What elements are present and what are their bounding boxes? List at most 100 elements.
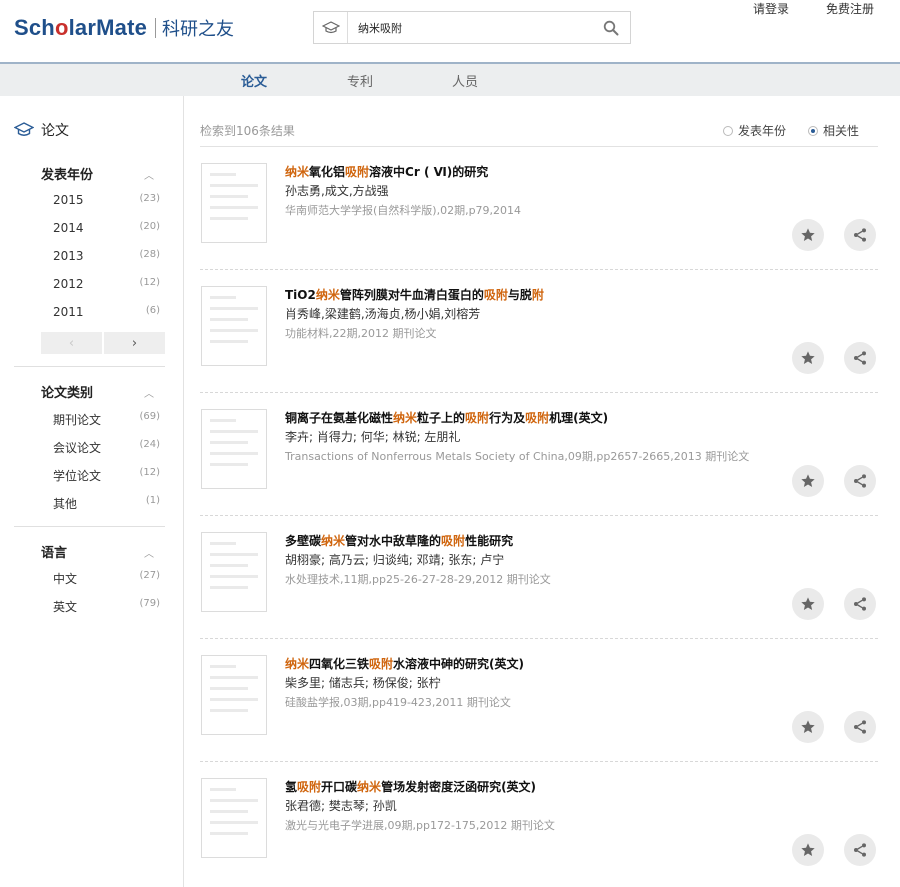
paper-thumbnail[interactable]: [201, 286, 267, 366]
share-icon: [854, 351, 866, 365]
login-link[interactable]: 请登录: [753, 0, 789, 17]
radio-year[interactable]: [723, 125, 733, 136]
paper-item: 多壁碳纳米管对水中敌草隆的吸附性能研究 胡栩豪; 高乃云; 归谈纯; 邓靖; 张东…: [200, 516, 878, 639]
favorite-button[interactable]: [792, 342, 824, 374]
result-count: 检索到106条结果: [200, 124, 295, 138]
share-icon: [854, 474, 866, 488]
tab-people[interactable]: 人员: [452, 71, 478, 90]
year-pager: ‹ ›: [41, 332, 165, 354]
logo-separator: [155, 18, 157, 38]
filter-item[interactable]: 2014: [53, 221, 84, 235]
favorite-button[interactable]: [792, 588, 824, 620]
sort-by-relevance[interactable]: 相关性: [808, 122, 859, 139]
favorite-button[interactable]: [792, 711, 824, 743]
favorite-button[interactable]: [792, 834, 824, 866]
graduation-cap-icon: [14, 122, 34, 136]
filter-item[interactable]: 英文: [53, 598, 77, 615]
paper-thumbnail[interactable]: [201, 655, 267, 735]
share-icon: [854, 720, 866, 734]
section-year-title[interactable]: 发表年份: [41, 164, 93, 183]
filter-count: (12): [139, 467, 160, 478]
filter-count: (6): [145, 305, 160, 316]
favorite-button[interactable]: [792, 465, 824, 497]
paper-source: 激光与光电子学进展,09期,pp172-175,2012 期刊论文: [285, 819, 555, 832]
section-type-title[interactable]: 论文类别: [41, 382, 93, 401]
star-icon: [801, 597, 815, 610]
divider: [14, 366, 165, 367]
filter-item[interactable]: 2012: [53, 277, 84, 291]
filter-count: (12): [139, 277, 160, 288]
favorite-button[interactable]: [792, 219, 824, 251]
paper-source: 硅酸盐学报,03期,pp419-423,2011 期刊论文: [285, 696, 511, 709]
search-input[interactable]: [358, 12, 588, 43]
share-button[interactable]: [844, 834, 876, 866]
star-icon: [801, 843, 815, 856]
filter-count: (24): [139, 439, 160, 450]
share-button[interactable]: [844, 342, 876, 374]
tab-papers[interactable]: 论文: [241, 71, 267, 90]
paper-source: Transactions of Nonferrous Metals Societ…: [285, 450, 750, 463]
share-icon: [854, 843, 866, 857]
share-icon: [854, 228, 866, 242]
section-language-title[interactable]: 语言: [41, 542, 67, 561]
paper-authors[interactable]: 孙志勇,成文,方战强: [285, 182, 389, 199]
star-icon: [801, 228, 815, 241]
paper-title[interactable]: 纳米氧化铝吸附溶液中Cr ( Ⅵ)的研究: [285, 163, 488, 180]
filter-count: (20): [139, 221, 160, 232]
share-icon: [854, 597, 866, 611]
share-button[interactable]: [844, 219, 876, 251]
filter-count: (1): [145, 495, 160, 506]
paper-item: 铜离子在氨基化磁性纳米粒子上的吸附行为及吸附机理(英文) 李卉; 肖得力; 何华;…: [200, 393, 878, 516]
paper-thumbnail[interactable]: [201, 532, 267, 612]
paper-authors[interactable]: 柴多里; 储志兵; 杨保俊; 张柠: [285, 674, 441, 691]
share-button[interactable]: [844, 465, 876, 497]
paper-thumbnail[interactable]: [201, 163, 267, 243]
tab-patents[interactable]: 专利: [347, 71, 373, 90]
star-icon: [801, 351, 815, 364]
graduation-cap-icon[interactable]: [314, 12, 348, 43]
radio-relevance[interactable]: [808, 125, 818, 136]
filter-item[interactable]: 2013: [53, 249, 84, 263]
star-icon: [801, 474, 815, 487]
paper-thumbnail[interactable]: [201, 778, 267, 858]
chevron-up-icon[interactable]: ︿: [144, 385, 154, 400]
paper-authors[interactable]: 胡栩豪; 高乃云; 归谈纯; 邓靖; 张东; 卢宁: [285, 551, 504, 568]
chevron-up-icon[interactable]: ︿: [144, 167, 154, 182]
filter-item[interactable]: 期刊论文: [53, 411, 101, 428]
filter-item[interactable]: 其他: [53, 495, 77, 512]
chevron-up-icon[interactable]: ︿: [144, 545, 154, 560]
filter-item[interactable]: 2011: [53, 305, 84, 319]
sort-relevance-label: 相关性: [823, 124, 860, 138]
paper-item: 纳米氧化铝吸附溶液中Cr ( Ⅵ)的研究 孙志勇,成文,方战强 华南师范大学学报(自…: [200, 147, 878, 270]
chevron-left-icon[interactable]: ‹: [41, 332, 102, 354]
filter-count: (69): [139, 411, 160, 422]
filter-count: (23): [139, 193, 160, 204]
filter-count: (27): [139, 570, 160, 581]
logo[interactable]: ScholarMate 科研之友: [14, 15, 234, 41]
paper-authors[interactable]: 张君德; 樊志琴; 孙凯: [285, 797, 397, 814]
share-button[interactable]: [844, 588, 876, 620]
sort-by-year[interactable]: 发表年份: [723, 122, 786, 139]
paper-title[interactable]: 多壁碳纳米管对水中敌草隆的吸附性能研究: [285, 532, 513, 549]
chevron-right-icon[interactable]: ›: [104, 332, 165, 354]
paper-thumbnail[interactable]: [201, 409, 267, 489]
paper-title[interactable]: 氢吸附开口碳纳米管场发射密度泛函研究(英文): [285, 778, 536, 795]
category-nav: 论文 专利 人员: [0, 62, 900, 96]
logo-chinese-text: 科研之友: [162, 19, 235, 40]
filter-item[interactable]: 会议论文: [53, 439, 101, 456]
register-link[interactable]: 免费注册: [826, 0, 874, 17]
filter-count: (28): [139, 249, 160, 260]
paper-authors[interactable]: 李卉; 肖得力; 何华; 林锐; 左朋礼: [285, 428, 460, 445]
paper-item: 氢吸附开口碳纳米管场发射密度泛函研究(英文) 张君德; 樊志琴; 孙凯激光与光电子…: [200, 762, 878, 885]
share-button[interactable]: [844, 711, 876, 743]
filter-item[interactable]: 学位论文: [53, 467, 101, 484]
search-icon[interactable]: [602, 19, 620, 37]
filter-item[interactable]: 2015: [53, 193, 84, 207]
sidebar-title: 论文: [14, 120, 69, 140]
filter-item[interactable]: 中文: [53, 570, 77, 587]
paper-authors[interactable]: 肖秀峰,梁建鹤,汤海贞,杨小娟,刘榕芳: [285, 305, 480, 322]
paper-title[interactable]: 纳米四氧化三铁吸附水溶液中砷的研究(英文): [285, 655, 524, 672]
paper-title[interactable]: TiO2纳米管阵列膜对牛血清白蛋白的吸附与脱附: [285, 286, 544, 303]
paper-title[interactable]: 铜离子在氨基化磁性纳米粒子上的吸附行为及吸附机理(英文): [285, 409, 608, 426]
paper-item: TiO2纳米管阵列膜对牛血清白蛋白的吸附与脱附 肖秀峰,梁建鹤,汤海贞,杨小娟,刘…: [200, 270, 878, 393]
